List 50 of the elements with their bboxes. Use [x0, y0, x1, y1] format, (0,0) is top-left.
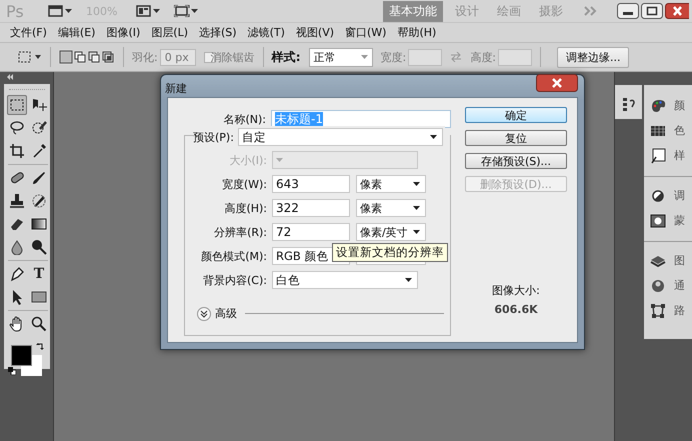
menu-item[interactable]: 图像(I): [106, 25, 140, 40]
panel-tab[interactable]: 色: [674, 123, 685, 138]
dialog-title: 新建: [165, 81, 187, 96]
menu-item[interactable]: 视图(V): [296, 25, 334, 40]
menu-item[interactable]: 窗口(W): [345, 25, 386, 40]
refine-edge-button[interactable]: 调整边缘...: [556, 46, 630, 68]
advanced-label[interactable]: 高级: [215, 306, 237, 321]
dialog-button[interactable]: 存储预设(S)...: [465, 153, 567, 169]
height-label: 高度(H):: [223, 200, 267, 216]
resolution-label: 分辨率(R):: [213, 224, 267, 240]
background-select[interactable]: 白色: [272, 271, 418, 289]
preset-select[interactable]: 自定: [238, 128, 443, 146]
menu-item[interactable]: 图层(L): [151, 25, 188, 40]
feather-label: 羽化:: [132, 50, 158, 64]
image-size-label: 图像大小:: [492, 283, 540, 298]
preset-label: 预设(P):: [192, 130, 234, 144]
height-field[interactable]: 322: [272, 199, 350, 217]
unit-select[interactable]: 像素: [356, 175, 426, 193]
width-label: 宽度:: [380, 50, 406, 64]
name-label: 名称(N):: [222, 112, 266, 126]
width-label: 宽度(W):: [220, 176, 267, 192]
type-tool[interactable]: T: [29, 264, 49, 284]
unit-select[interactable]: 像素/英寸: [356, 223, 426, 241]
resolution-field[interactable]: 72: [272, 223, 350, 241]
style-select[interactable]: 正常: [308, 48, 373, 66]
menu-item[interactable]: 帮助(H): [397, 25, 436, 40]
menu-item[interactable]: 滤镜(T): [248, 25, 285, 40]
height-label: 高度:: [470, 50, 496, 64]
antialias-label: 消除锯齿: [210, 50, 255, 64]
panel-tab[interactable]: 蒙: [674, 213, 685, 228]
panel-tab[interactable]: 样: [674, 148, 685, 163]
image-size-value: 606.6K: [494, 303, 538, 316]
app-logo: Ps: [6, 2, 25, 20]
unit-select[interactable]: 像素: [356, 199, 426, 217]
size-label: 大小(I):: [228, 152, 267, 168]
panel-tab[interactable]: 调: [674, 188, 685, 203]
panel-tab[interactable]: 图: [674, 253, 685, 268]
menu-item[interactable]: 文件(F): [10, 25, 47, 40]
panel-tab[interactable]: 颜: [674, 98, 685, 113]
width-field[interactable]: 643: [272, 175, 350, 193]
background-label: 背景内容(C):: [202, 272, 267, 288]
panel-tab[interactable]: 通: [674, 278, 685, 293]
menu-item[interactable]: 选择(S): [199, 25, 237, 40]
menu-item[interactable]: 编辑(E): [58, 25, 96, 40]
color-mode-label: 颜色模式(M):: [200, 248, 267, 264]
dialog-button[interactable]: 复位: [465, 130, 567, 146]
dialog-button[interactable]: 确定: [465, 107, 567, 123]
tooltip: 设置新文档的分辨率: [332, 243, 448, 262]
panel-tab[interactable]: 路: [674, 303, 685, 318]
style-label: 样式:: [272, 48, 301, 66]
